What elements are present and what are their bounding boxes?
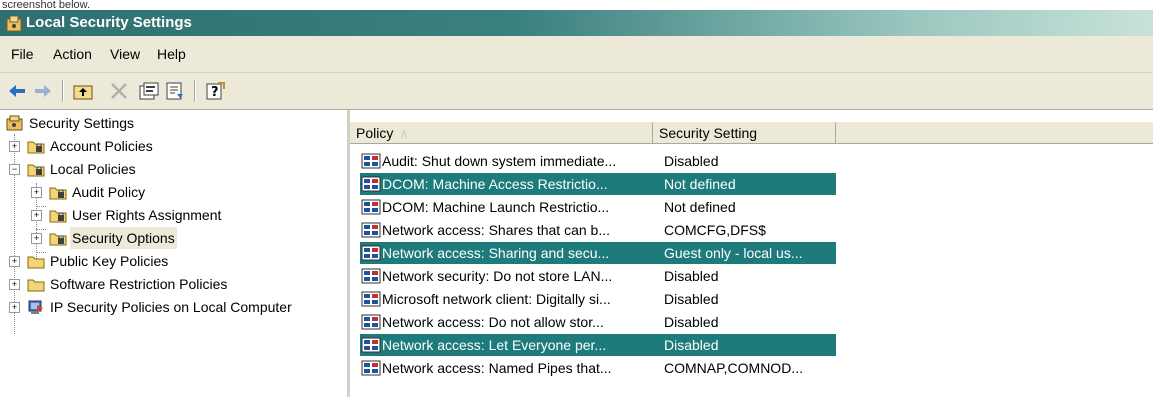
- expand-icon[interactable]: +: [9, 302, 20, 313]
- policy-name: Microsoft network client: Digitally si..…: [382, 291, 611, 307]
- folder-policy-icon: [49, 230, 67, 246]
- toolbar-separator: [194, 80, 196, 102]
- policy-setting-icon: [361, 153, 381, 169]
- policy-name: Network access: Named Pipes that...: [382, 360, 612, 376]
- menu-action[interactable]: Action: [53, 36, 92, 72]
- menu-file[interactable]: File: [11, 36, 34, 72]
- policy-value: Disabled: [664, 314, 719, 330]
- policy-setting-icon: [361, 199, 381, 215]
- policy-setting-icon: [361, 360, 381, 376]
- expand-icon[interactable]: +: [9, 279, 20, 290]
- security-settings-icon: [6, 115, 24, 131]
- folder-policy-icon: [27, 138, 45, 154]
- policy-setting-icon: [361, 291, 381, 307]
- expand-icon[interactable]: +: [31, 187, 42, 198]
- policy-value: Guest only - local us...: [664, 245, 803, 261]
- expand-icon[interactable]: +: [9, 141, 20, 152]
- expand-icon[interactable]: +: [9, 256, 20, 267]
- tree-item-label: Security Settings: [29, 115, 135, 131]
- collapse-icon[interactable]: −: [9, 164, 20, 175]
- policy-list: Policy /\ Security Setting Audit: Shut do…: [350, 110, 1153, 397]
- delete-icon[interactable]: [108, 81, 130, 101]
- policy-name: Network access: Let Everyone per...: [382, 337, 607, 353]
- folder-policy-icon: [49, 184, 67, 200]
- tree-item-label: Security Options: [70, 227, 177, 249]
- tree-item-label: Public Key Policies: [50, 253, 169, 269]
- tree-item-label: IP Security Policies on Local Computer: [50, 299, 292, 315]
- column-header-policy[interactable]: Policy /\: [350, 122, 653, 144]
- column-header-label: Security Setting: [659, 125, 758, 141]
- policy-setting-icon: [361, 222, 381, 238]
- column-header-security-setting[interactable]: Security Setting: [653, 122, 836, 144]
- menu-bar: File Action View Help: [0, 36, 1153, 73]
- tree-item-label: Local Policies: [50, 161, 136, 177]
- toolbar: ?: [0, 73, 1153, 110]
- policy-value: COMNAP,COMNOD...: [664, 360, 803, 376]
- menu-help[interactable]: Help: [157, 36, 186, 72]
- tree-item-label: Audit Policy: [72, 184, 146, 200]
- column-header-label: Policy: [356, 125, 394, 141]
- ip-security-icon: [27, 299, 45, 315]
- up-folder-icon[interactable]: [72, 81, 94, 101]
- policy-value: Disabled: [664, 153, 719, 169]
- column-header-empty: [836, 122, 1153, 144]
- tree-pane: Security Settings + Account Policies − L…: [0, 110, 350, 397]
- tree-item-label: Account Policies: [50, 138, 153, 154]
- folder-policy-icon: [49, 207, 67, 223]
- forward-icon[interactable]: [32, 81, 54, 101]
- tree-item-label: Software Restriction Policies: [50, 276, 228, 292]
- toolbar-separator: [62, 80, 64, 102]
- policy-name: DCOM: Machine Launch Restrictio...: [382, 199, 610, 215]
- policy-name: Network security: Do not store LAN...: [382, 268, 613, 284]
- export-list-icon[interactable]: [164, 81, 186, 101]
- policy-name: Network access: Sharing and secu...: [382, 245, 610, 261]
- policy-name: Network access: Do not allow stor...: [382, 314, 604, 330]
- menu-view[interactable]: View: [110, 36, 140, 72]
- folder-policy-icon: [27, 161, 45, 177]
- expand-icon[interactable]: +: [31, 233, 42, 244]
- policy-setting-icon: [361, 176, 381, 192]
- policy-value: Disabled: [664, 337, 719, 353]
- policy-value: Not defined: [664, 199, 736, 215]
- policy-name: DCOM: Machine Access Restrictio...: [382, 176, 608, 192]
- policy-value: Not defined: [664, 176, 736, 192]
- policy-setting-icon: [361, 268, 381, 284]
- folder-icon: [27, 276, 45, 292]
- policy-setting-icon: [361, 314, 381, 330]
- policy-value: Disabled: [664, 291, 719, 307]
- back-icon[interactable]: [6, 81, 28, 101]
- expand-icon[interactable]: +: [31, 210, 42, 221]
- caption-text: screenshot below.: [2, 0, 91, 10]
- policy-setting-icon: [361, 245, 381, 261]
- policy-name: Network access: Shares that can b...: [382, 222, 610, 238]
- policy-value: COMCFG,DFS$: [664, 222, 766, 238]
- sort-ascending-icon: /\: [401, 130, 407, 141]
- help-icon[interactable]: ?: [204, 81, 226, 101]
- policy-value: Disabled: [664, 268, 719, 284]
- properties-icon[interactable]: [138, 81, 160, 101]
- tree-item-label: User Rights Assignment: [72, 207, 222, 223]
- policy-name: Audit: Shut down system immediate...: [382, 153, 617, 169]
- window-title: Local Security Settings: [26, 14, 192, 31]
- title-bar: Local Security Settings: [0, 10, 1153, 36]
- svg-text:?: ?: [211, 85, 219, 100]
- policy-setting-icon: [361, 337, 381, 353]
- folder-icon: [27, 253, 45, 269]
